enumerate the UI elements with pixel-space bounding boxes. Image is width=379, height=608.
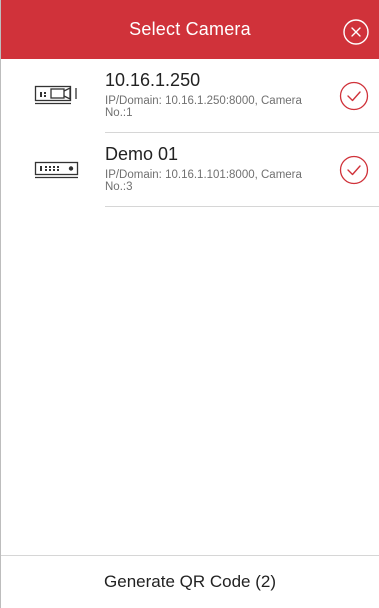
- recorder-device-icon: [34, 159, 82, 181]
- check-circle-icon: [339, 155, 369, 185]
- header-bar: Select Camera: [1, 0, 379, 59]
- generate-qr-code-button[interactable]: Generate QR Code (2): [1, 555, 379, 608]
- camera-name: 10.16.1.250: [105, 70, 201, 90]
- page-title: Select Camera: [129, 19, 251, 39]
- generate-qr-code-label: Generate QR Code (2): [104, 572, 276, 591]
- select-camera-screen: Select Camera 10.16.1.250 IP/Domain: 10.…: [0, 0, 379, 608]
- selected-check-button[interactable]: [339, 81, 369, 111]
- camera-list-item[interactable]: 10.16.1.250 IP/Domain: 10.16.1.250:8000,…: [1, 59, 379, 133]
- camera-list-item[interactable]: Demo 01 IP/Domain: 10.16.1.101:8000, Cam…: [1, 133, 379, 207]
- selected-check-button[interactable]: [339, 155, 369, 185]
- close-button[interactable]: [343, 19, 369, 45]
- check-circle-icon: [339, 81, 369, 111]
- camera-info: 10.16.1.250 IP/Domain: 10.16.1.250:8000,…: [105, 69, 321, 119]
- close-circle-icon: [343, 19, 369, 45]
- camera-name: Demo 01: [105, 144, 179, 164]
- camera-detail: IP/Domain: 10.16.1.250:8000, Camera No.:…: [105, 95, 302, 119]
- camera-list: 10.16.1.250 IP/Domain: 10.16.1.250:8000,…: [1, 59, 379, 207]
- camera-detail: IP/Domain: 10.16.1.101:8000, Camera No.:…: [105, 169, 302, 193]
- camera-info: Demo 01 IP/Domain: 10.16.1.101:8000, Cam…: [105, 143, 321, 193]
- row-divider: [105, 206, 379, 207]
- camera-device-icon: [34, 84, 82, 106]
